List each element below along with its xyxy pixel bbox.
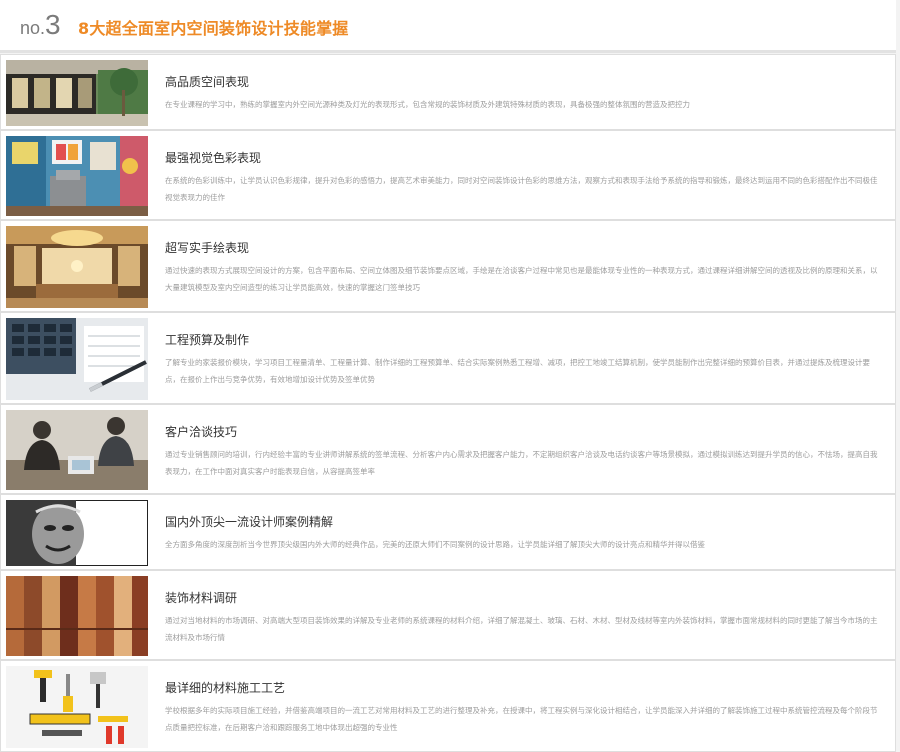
luxury-hall-photo	[6, 226, 148, 308]
skill-item[interactable]: 最强视觉色彩表现 在系统的色彩训练中，让学员认识色彩规律，提升对色彩的感悟力，提…	[0, 130, 896, 220]
tools-photo	[6, 666, 148, 748]
meeting-photo	[6, 410, 148, 490]
skill-title: 国内外顶尖一流设计师案例精解	[165, 515, 334, 529]
portrait-sketch-photo	[6, 500, 148, 566]
skill-description: 在专业课程的学习中，熟练的掌握室内外空间光源种类及灯光的表现形式，包含常规的装饰…	[165, 100, 690, 109]
skill-description: 通过快速的表现方式展现空间设计的方案，包含平面布局、空间立体图及细节装饰要点区域…	[165, 266, 878, 292]
skill-item[interactable]: 工程预算及制作 了解专业的家装报价模块，学习项目工程量清单、工程量计算、制作详细…	[0, 312, 896, 404]
skill-description: 学校根据多年的实际项目施工经验，并借鉴高端项目的一流工艺对常用材料及工艺的进行整…	[165, 706, 878, 732]
skill-title: 最详细的材料施工工艺	[165, 681, 286, 695]
skill-title: 装饰材料调研	[165, 591, 238, 605]
section-number-value: 3	[45, 9, 61, 40]
section-title: 8大超全面室内空间装饰设计技能掌握	[78, 19, 349, 38]
section-header: no.3 8大超全面室内空间装饰设计技能掌握	[0, 0, 896, 53]
wood-samples-photo	[6, 576, 148, 656]
calculator-pen-photo	[6, 318, 148, 400]
skill-title: 最强视觉色彩表现	[165, 151, 262, 165]
skill-item[interactable]: 客户洽谈技巧 通过专业销售顾问的培训，行内经验丰富的专业讲师讲解系统的签单流程、…	[0, 404, 896, 494]
skill-description: 通过对当地材料的市场调研、对高端大型项目装饰效果的详解及专业老师的系统课程的材料…	[165, 616, 878, 642]
skill-description: 了解专业的家装报价模块，学习项目工程量清单、工程量计算、制作详细的工程预算单、结…	[165, 358, 870, 384]
modern-villa-photo	[6, 60, 148, 126]
section-number: no.3	[20, 9, 61, 41]
skill-description: 通过专业销售顾问的培训，行内经验丰富的专业讲师讲解系统的签单流程、分析客户内心需…	[165, 450, 878, 476]
colorful-interior-photo	[6, 136, 148, 216]
skill-title: 工程预算及制作	[165, 333, 250, 347]
skill-description: 在系统的色彩训练中，让学员认识色彩规律，提升对色彩的感悟力，提高艺术审美能力，同…	[165, 176, 878, 202]
skill-item[interactable]: 最详细的材料施工工艺 学校根据多年的实际项目施工经验，并借鉴高端项目的一流工艺对…	[0, 660, 896, 752]
section-number-prefix: no.	[20, 18, 46, 38]
skill-item[interactable]: 国内外顶尖一流设计师案例精解 全方面多角度的深度剖析当今世界顶尖级国内外大师的经…	[0, 494, 896, 570]
skill-title: 超写实手绘表现	[165, 241, 250, 255]
page: no.3 8大超全面室内空间装饰设计技能掌握 高品质空间表现 在专业课程的学习中…	[0, 0, 900, 752]
skill-title: 高品质空间表现	[165, 75, 250, 89]
skill-title: 客户洽谈技巧	[165, 425, 238, 439]
skill-description: 全方面多角度的深度剖析当今世界顶尖级国内外大师的经典作品，完美的还原大师们不同案…	[165, 540, 705, 549]
skill-item[interactable]: 超写实手绘表现 通过快速的表现方式展现空间设计的方案，包含平面布局、空间立体图及…	[0, 220, 896, 312]
skill-item[interactable]: 装饰材料调研 通过对当地材料的市场调研、对高端大型项目装饰效果的详解及专业老师的…	[0, 570, 896, 660]
skill-item[interactable]: 高品质空间表现 在专业课程的学习中，熟练的掌握室内外空间光源种类及灯光的表现形式…	[0, 54, 896, 130]
